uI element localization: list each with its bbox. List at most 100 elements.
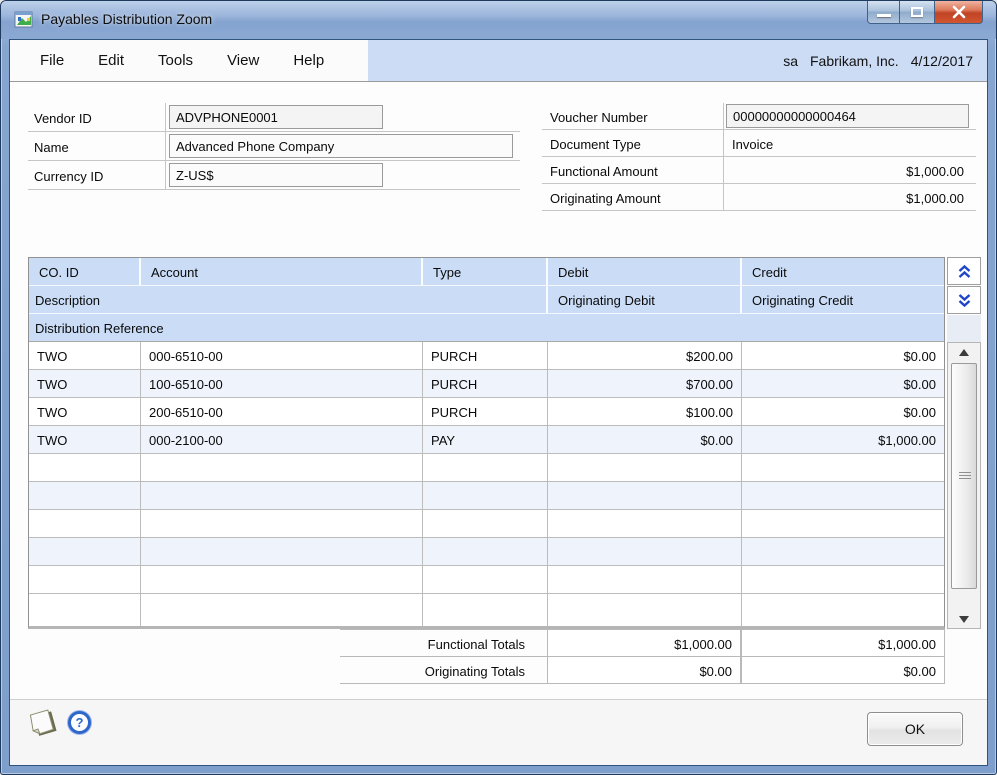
originating-amount-label: Originating Amount xyxy=(550,191,661,206)
grid-header-row-2: Description Originating Debit Originatin… xyxy=(29,286,944,314)
col-header-type[interactable]: Type xyxy=(423,258,548,285)
currency-id-label: Currency ID xyxy=(34,169,103,184)
totals-section: Functional Totals $1,000.00 $1,000.00 Or… xyxy=(28,629,945,685)
cell-debit: $700.00 xyxy=(548,370,742,397)
cell-co-id: TWO xyxy=(29,426,141,453)
cell-account: 000-2100-00 xyxy=(141,426,423,453)
functional-amount-label: Functional Amount xyxy=(550,164,658,179)
empty-row[interactable] xyxy=(29,510,944,538)
empty-row[interactable] xyxy=(29,538,944,566)
menu-help[interactable]: Help xyxy=(293,52,324,69)
cell-account: 100-6510-00 xyxy=(141,370,423,397)
col-header-credit[interactable]: Credit xyxy=(742,258,944,285)
cell-debit: $200.00 xyxy=(548,342,742,369)
table-row[interactable]: TWO 200-6510-00 PURCH $100.00 $0.00 xyxy=(29,398,944,426)
cell-credit: $0.00 xyxy=(742,370,944,397)
currency-id-row: Currency ID Z-US$ xyxy=(28,161,520,190)
status-date: 4/12/2017 xyxy=(911,53,973,69)
originating-amount-value: $1,000.00 xyxy=(906,191,964,206)
collapse-rows-button[interactable] xyxy=(947,257,981,285)
cell-debit: $0.00 xyxy=(548,426,742,453)
scrollbar-grip-icon xyxy=(959,472,971,481)
cell-account: 200-6510-00 xyxy=(141,398,423,425)
title-bar[interactable]: Payables Distribution Zoom xyxy=(1,1,996,39)
payables-distribution-zoom-window: Payables Distribution Zoom File Edit Too… xyxy=(0,0,997,775)
cell-type: PAY xyxy=(423,426,548,453)
menu-tools[interactable]: Tools xyxy=(158,52,193,69)
chevron-double-down-icon xyxy=(956,293,973,308)
status-area: sa Fabrikam, Inc. 4/12/2017 xyxy=(368,40,987,81)
scrollbar-spacer xyxy=(947,315,981,342)
originating-totals-row: Originating Totals $0.00 $0.00 xyxy=(28,657,945,685)
cell-debit: $100.00 xyxy=(548,398,742,425)
ok-button-label: OK xyxy=(905,721,925,737)
col-header-distribution-reference[interactable]: Distribution Reference xyxy=(29,314,164,341)
vendor-id-field: ADVPHONE0001 xyxy=(169,105,383,129)
col-header-originating-debit[interactable]: Originating Debit xyxy=(548,286,742,313)
scroll-up-icon xyxy=(959,349,969,356)
status-user: sa xyxy=(783,53,798,69)
col-header-account[interactable]: Account xyxy=(141,258,423,285)
expand-rows-button[interactable] xyxy=(947,286,981,314)
cell-co-id: TWO xyxy=(29,370,141,397)
scroll-up-button[interactable] xyxy=(948,344,980,360)
table-row[interactable]: TWO 000-2100-00 PAY $0.00 $1,000.00 xyxy=(29,426,944,454)
voucher-number-row: Voucher Number 00000000000000464 xyxy=(542,103,976,130)
distribution-grid: CO. ID Account Type Debit Credit Descrip… xyxy=(28,257,945,629)
app-icon xyxy=(14,10,34,28)
menu-bar: File Edit Tools View Help sa Fabrikam, I… xyxy=(10,40,987,82)
vendor-id-row: Vendor ID ADVPHONE0001 xyxy=(28,103,520,132)
empty-row[interactable] xyxy=(29,566,944,594)
cell-credit: $0.00 xyxy=(742,342,944,369)
col-header-co-id[interactable]: CO. ID xyxy=(29,258,141,285)
client-area: File Edit Tools View Help sa Fabrikam, I… xyxy=(9,39,988,766)
help-icon[interactable]: ? xyxy=(68,711,91,734)
cell-credit: $1,000.00 xyxy=(742,426,944,453)
col-header-originating-credit[interactable]: Originating Credit xyxy=(742,286,944,313)
maximize-button[interactable] xyxy=(900,1,935,24)
cell-co-id: TWO xyxy=(29,342,141,369)
col-header-debit[interactable]: Debit xyxy=(548,258,742,285)
help-glyph: ? xyxy=(76,715,84,730)
originating-amount-row: Originating Amount $1,000.00 xyxy=(542,184,976,211)
menu-file[interactable]: File xyxy=(40,52,64,69)
voucher-number-label: Voucher Number xyxy=(550,110,648,125)
menu-view[interactable]: View xyxy=(227,52,259,69)
vendor-name-label: Name xyxy=(34,140,69,155)
grid-header-row-3: Distribution Reference xyxy=(29,314,944,342)
chevron-double-up-icon xyxy=(956,264,973,279)
currency-id-field: Z-US$ xyxy=(169,163,383,187)
vendor-name-field: Advanced Phone Company xyxy=(169,134,513,158)
window-title: Payables Distribution Zoom xyxy=(41,11,212,27)
table-row[interactable]: TWO 100-6510-00 PURCH $700.00 $0.00 xyxy=(29,370,944,398)
close-icon xyxy=(951,5,967,20)
functional-totals-row: Functional Totals $1,000.00 $1,000.00 xyxy=(28,629,945,657)
scroll-down-button[interactable] xyxy=(948,611,980,627)
functional-totals-debit: $1,000.00 xyxy=(547,629,741,657)
scrollbar-thumb[interactable] xyxy=(951,363,977,589)
window-content: Vendor ID ADVPHONE0001 Name Advanced Pho… xyxy=(10,83,987,765)
close-button[interactable] xyxy=(935,1,983,24)
cell-type: PURCH xyxy=(423,370,548,397)
vendor-name-row: Name Advanced Phone Company xyxy=(28,132,520,161)
menu-edit[interactable]: Edit xyxy=(98,52,124,69)
note-icon[interactable] xyxy=(26,707,60,739)
document-fields: Voucher Number 00000000000000464 Documen… xyxy=(542,103,976,211)
status-company: Fabrikam, Inc. xyxy=(810,53,899,69)
minimize-button[interactable] xyxy=(867,1,900,24)
cell-co-id: TWO xyxy=(29,398,141,425)
menu-items: File Edit Tools View Help xyxy=(10,40,368,81)
minimize-icon xyxy=(877,14,891,17)
ok-button[interactable]: OK xyxy=(867,712,963,746)
empty-row[interactable] xyxy=(29,594,944,626)
document-type-row: Document Type Invoice xyxy=(542,130,976,157)
voucher-number-field: 00000000000000464 xyxy=(726,104,969,128)
cell-credit: $0.00 xyxy=(742,398,944,425)
originating-totals-credit: $0.00 xyxy=(741,656,945,684)
table-row[interactable]: TWO 000-6510-00 PURCH $200.00 $0.00 xyxy=(29,342,944,370)
empty-row[interactable] xyxy=(29,454,944,482)
empty-row[interactable] xyxy=(29,482,944,510)
vertical-scrollbar[interactable] xyxy=(947,342,981,629)
col-header-description[interactable]: Description xyxy=(29,286,548,313)
grid-header-row-1: CO. ID Account Type Debit Credit xyxy=(29,258,944,286)
